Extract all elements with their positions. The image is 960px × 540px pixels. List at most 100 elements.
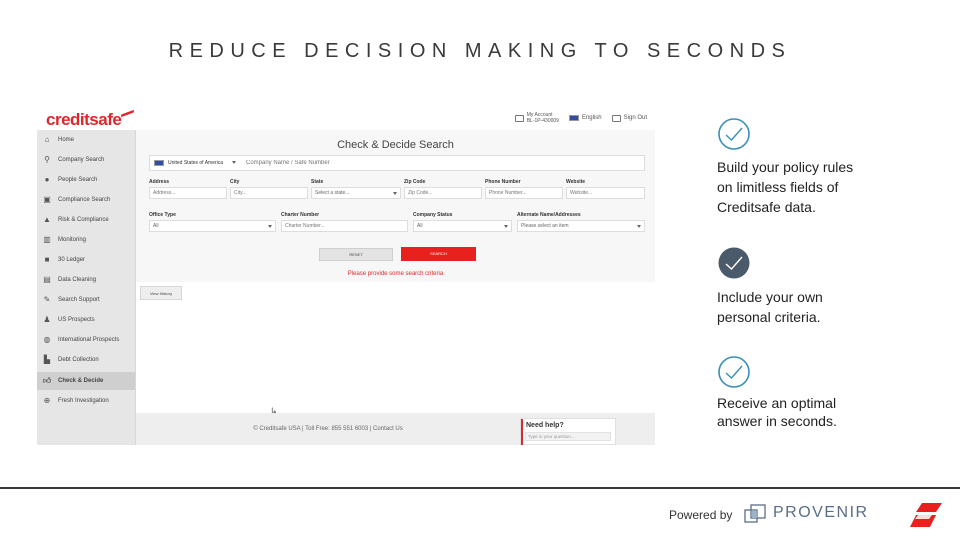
company-search-input[interactable] <box>242 156 650 170</box>
state-select-placeholder: Select a state... <box>315 190 350 196</box>
creditsafe-logo[interactable]: creditsafe <box>46 109 135 130</box>
feature-line: personal criteria. <box>717 309 821 325</box>
language-selector[interactable]: English <box>568 115 602 121</box>
logo-text: creditsafe <box>46 110 122 129</box>
country-value: United States of America <box>168 160 224 166</box>
brand-logo-icon <box>910 503 942 527</box>
sidebar-item-debt-collection[interactable]: ▙ Debt Collection <box>37 351 135 369</box>
charter-number-label: Charter Number <box>281 212 320 218</box>
charter-number-input[interactable] <box>281 220 408 232</box>
sidebar-item-home[interactable]: ⌂ Home <box>37 131 135 149</box>
sidebar-item-label: Home <box>58 137 75 143</box>
language-label: English <box>581 115 602 121</box>
magnifier-plus-icon: ⊕ <box>43 396 51 405</box>
sidebar-item-fresh-investigation[interactable]: ⊕ Fresh Investigation <box>37 392 135 410</box>
reset-button[interactable]: RESET <box>319 248 393 261</box>
sidebar-item-data-cleaning[interactable]: ▤ Data Cleaning <box>37 271 135 289</box>
feature-personal-criteria: Include your own personal criteria. <box>717 287 823 327</box>
sidebar-item-search-support[interactable]: ✎ Search Support <box>37 291 135 309</box>
warning-icon: ▲ <box>43 215 51 224</box>
people-icon: ♟ <box>43 315 51 324</box>
view-history-button[interactable]: View History <box>140 286 182 300</box>
sidebar-item-international-prospects[interactable]: ◍ International Prospects <box>37 331 135 349</box>
sidebar-item-ledger[interactable]: ■ 30 Ledger <box>37 251 135 269</box>
person-icon: ● <box>44 175 50 184</box>
sidebar-item-company-search[interactable]: ⚲ Company Search <box>37 151 135 169</box>
country-select[interactable]: United States of America <box>150 156 240 170</box>
feature-line: Receive an optimal <box>717 395 837 411</box>
sidebar-item-label: Debt Collection <box>58 357 99 363</box>
sidebar-item-risk-compliance[interactable]: ▲ Risk & Compliance <box>37 211 135 229</box>
chevron-down-icon <box>504 225 508 228</box>
powered-by-label: Powered by <box>669 508 733 522</box>
city-input[interactable] <box>230 187 308 199</box>
factory-icon: ▙ <box>43 355 51 364</box>
phone-label: Phone Number <box>485 179 521 185</box>
company-status-select[interactable]: All <box>413 220 512 232</box>
chart-icon: ▥ <box>43 235 51 244</box>
zip-input[interactable] <box>404 187 482 199</box>
sidebar-item-compliance-search[interactable]: ▣ Compliance Search <box>37 191 135 209</box>
city-label: City <box>230 179 240 185</box>
footer-text: © Creditsafe USA | Toll Free: 855 551 60… <box>253 426 403 432</box>
home-icon: ⌂ <box>44 135 50 144</box>
database-icon: ▤ <box>43 275 51 284</box>
account-id: BL-1P-430009 <box>526 118 559 124</box>
main-content: Check & Decide Search United States of A… <box>136 130 655 445</box>
leaf-icon: ✎ <box>43 295 51 304</box>
state-label: State <box>311 179 324 185</box>
check-outline-icon <box>718 118 750 150</box>
sidebar-item-label: International Prospects <box>58 337 120 343</box>
provenir-logo-icon <box>744 504 766 523</box>
feature-line: Include your own <box>717 289 823 305</box>
help-title: Need help? <box>526 422 564 429</box>
office-type-value: All <box>153 223 159 229</box>
search-icon: ⚲ <box>44 155 50 164</box>
zip-label: Zip Code <box>404 179 426 185</box>
office-type-select[interactable]: All <box>149 220 276 232</box>
company-status-label: Company Status <box>413 212 453 218</box>
sidebar-item-monitoring[interactable]: ▥ Monitoring <box>37 231 135 249</box>
alternate-name-label: Alternate Name/Addresses <box>517 212 581 218</box>
app-screenshot: creditsafe My Account BL-1P-430009 Engli… <box>37 108 655 445</box>
sidebar-item-people-search[interactable]: ● People Search <box>37 171 135 189</box>
logo-swoosh-icon <box>121 109 135 118</box>
feature-line: Creditsafe data. <box>717 199 816 215</box>
slide-title: REDUCE DECISION MAKING TO SECONDS <box>168 40 792 62</box>
thumbs-up-icon: 👍︎ <box>42 376 52 385</box>
address-input[interactable] <box>149 187 227 199</box>
app-topbar: creditsafe My Account BL-1P-430009 Engli… <box>37 108 655 131</box>
provenir-wordmark: PROVENIR <box>773 504 869 521</box>
sidebar-item-label: Monitoring <box>58 237 87 243</box>
footer-divider <box>0 487 960 489</box>
flag-icon <box>568 115 579 121</box>
alternate-name-select[interactable]: Please select an item <box>517 220 645 232</box>
form-title: Check & Decide Search <box>337 139 454 151</box>
my-account-link[interactable]: My Account BL-1P-430009 <box>514 112 559 124</box>
sign-out-icon <box>611 114 621 122</box>
address-label: Address <box>149 179 170 185</box>
feature-line: Build your policy rules <box>717 159 854 175</box>
sidebar-item-us-prospects[interactable]: ♟ US Prospects <box>37 311 135 329</box>
search-form: Check & Decide Search United States of A… <box>136 130 655 282</box>
feature-line: on limitless fields of <box>717 179 839 195</box>
check-filled-icon <box>718 247 750 279</box>
state-select[interactable]: Select a state... <box>311 187 401 199</box>
box-icon: ■ <box>44 255 50 264</box>
us-flag-icon <box>154 160 164 166</box>
chevron-down-icon <box>232 161 236 164</box>
top-right-menu: My Account BL-1P-430009 English Sign Out <box>514 112 647 124</box>
phone-input[interactable] <box>485 187 563 199</box>
sign-out-link[interactable]: Sign Out <box>611 114 647 122</box>
sign-out-label: Sign Out <box>623 115 647 121</box>
help-question-input[interactable]: Type in your question... <box>525 432 611 441</box>
website-input[interactable] <box>566 187 645 199</box>
help-accent-bar <box>521 419 523 445</box>
error-message: Please provide some search criteria <box>347 271 444 277</box>
sidebar-item-check-decide[interactable]: 👍︎ Check & Decide <box>37 372 135 390</box>
account-text: My Account BL-1P-430009 <box>527 112 559 124</box>
help-widget[interactable]: Need help? Type in your question... <box>520 418 616 445</box>
chevron-down-icon <box>268 225 272 228</box>
sidebar-item-label: Risk & Compliance <box>58 217 109 223</box>
search-button[interactable]: SEARCH <box>401 247 476 261</box>
